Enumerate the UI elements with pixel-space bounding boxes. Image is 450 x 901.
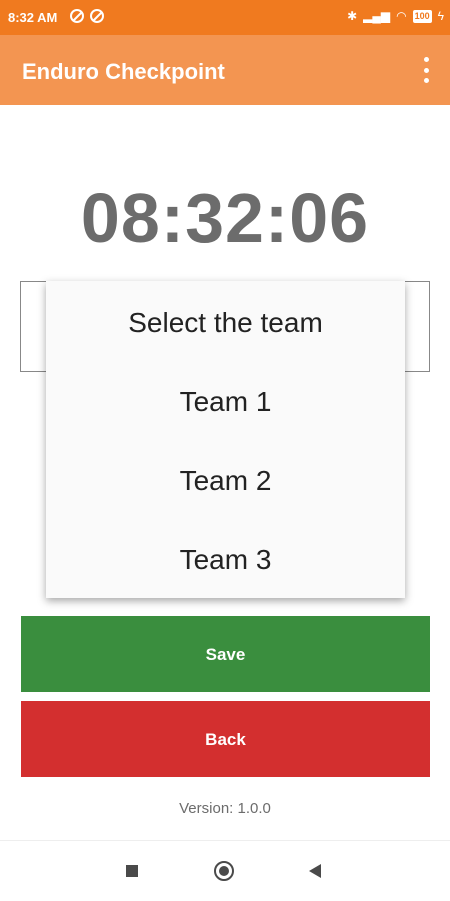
home-icon[interactable] <box>214 861 234 881</box>
dropdown-item-team-3[interactable]: Team 3 <box>46 520 405 599</box>
back-button[interactable]: Back <box>21 701 430 777</box>
alarm-off-icon <box>90 9 104 23</box>
battery-icon: 100 <box>412 9 432 23</box>
dropdown-item-team-1[interactable]: Team 1 <box>46 362 405 441</box>
signal-icon: ▂▄▆ <box>363 9 391 23</box>
app-title: Enduro Checkpoint <box>22 59 225 84</box>
version-label: Version: 1.0.0 <box>179 800 271 817</box>
team-dropdown-menu: Select the team Team 1 Team 2 Team 3 <box>46 281 405 598</box>
back-nav-icon[interactable] <box>309 864 321 878</box>
dropdown-item-placeholder[interactable]: Select the team <box>46 283 405 362</box>
status-bar: 8:32 AM ✱ ▂▄▆ ◠ 100 ϟ <box>0 0 450 35</box>
system-nav-bar <box>0 840 450 901</box>
wifi-icon: ◠ <box>396 9 407 23</box>
dropdown-item-team-2[interactable]: Team 2 <box>46 441 405 520</box>
charging-icon: ϟ <box>437 9 444 23</box>
status-time: 8:32 AM <box>8 10 58 25</box>
recents-icon[interactable] <box>126 865 138 877</box>
checkpoint-clock: 08:32:06 <box>80 179 370 257</box>
bluetooth-icon: ✱ <box>347 9 358 23</box>
status-right-icons: ✱ ▂▄▆ ◠ 100 ϟ <box>347 9 444 23</box>
more-vert-icon[interactable] <box>420 57 432 83</box>
app-bar: Enduro Checkpoint <box>0 35 450 105</box>
alarm-off-icon <box>70 9 84 23</box>
status-left-icons <box>70 9 104 23</box>
save-button[interactable]: Save <box>21 616 430 692</box>
